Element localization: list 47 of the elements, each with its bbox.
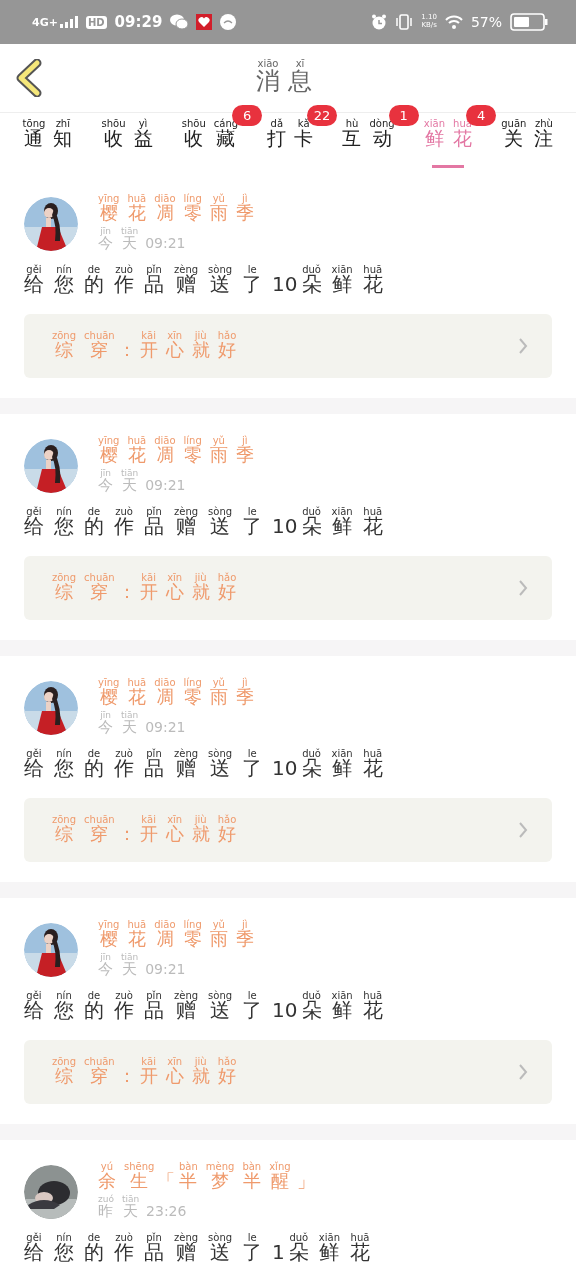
tab-indicator bbox=[431, 165, 464, 168]
signal-icon bbox=[59, 16, 78, 28]
work-title: 综 zōng 穿 chuān ： 开 kāi 心 xīn 就 jiù 好 hǎo bbox=[52, 572, 238, 604]
work-title: 综 zōng 穿 chuān ： 开 kāi 心 xīn 就 jiù 好 hǎo bbox=[52, 330, 238, 362]
timestamp: 今 jīn 天 tiān 09:21 bbox=[98, 227, 187, 253]
work-link[interactable]: 综 zōng 穿 chuān ： 开 kāi 心 xīn 就 jiù 好 hǎo bbox=[24, 1040, 552, 1104]
chevron-right-icon bbox=[518, 821, 528, 839]
sender-name[interactable]: 樱 yīng 花 huā 凋 diāo 零 líng 雨 yǔ 季 jì bbox=[98, 920, 262, 951]
work-link[interactable]: 综 zōng 穿 chuān ： 开 kāi 心 xīn 就 jiù 好 hǎo bbox=[24, 314, 552, 378]
network-type: 4G+ bbox=[32, 15, 58, 29]
work-title: 综 zōng 穿 chuān ： 开 kāi 心 xīn 就 jiù 好 hǎo bbox=[52, 1056, 238, 1088]
tab[interactable]: 通 tōng 知 zhī bbox=[22, 119, 73, 158]
timestamp: 今 jīn 天 tiān 09:21 bbox=[98, 469, 187, 495]
timestamp: 昨 zuó 天 tiān 23:26 bbox=[98, 1195, 188, 1221]
alarm-icon bbox=[371, 14, 388, 30]
work-link[interactable]: 综 zōng 穿 chuān ： 开 kāi 心 xīn 就 jiù 好 hǎo bbox=[24, 798, 552, 862]
message-text: 给 gěi 您 nín 的 de 作 zuò 品 pǐn 赠 zèng 送 sòng 了 le 10 朵 duǒ 鲜 xiān 花 huā bbox=[24, 749, 384, 782]
tab[interactable]: 收 shōu 益 yì bbox=[101, 119, 153, 158]
tab[interactable]: 关 guān 注 zhù bbox=[501, 119, 554, 158]
timestamp: 今 jīn 天 tiān 09:21 bbox=[98, 953, 187, 979]
message-text: 给 gěi 您 nín 的 de 作 zuò 品 pǐn 赠 zèng 送 sòng 了 le 10 朵 duǒ 鲜 xiān 花 huā bbox=[24, 265, 384, 298]
hd-badge: HD bbox=[85, 15, 107, 29]
chevron-right-icon bbox=[518, 579, 528, 597]
message-text: 给 gěi 您 nín 的 de 作 zuò 品 pǐn 赠 zèng 送 sòng 了 le 10 朵 duǒ 鲜 xiān 花 huā bbox=[24, 507, 384, 540]
tab[interactable]: 收 shōu 藏 cáng bbox=[181, 119, 239, 158]
sender-name[interactable]: 樱 yīng 花 huā 凋 diāo 零 líng 雨 yǔ 季 jì bbox=[98, 194, 262, 225]
vibrate-icon bbox=[395, 14, 414, 30]
chat-icon bbox=[170, 14, 189, 30]
sender-name[interactable]: 樱 yīng 花 huā 凋 diāo 零 líng 雨 yǔ 季 jì bbox=[98, 436, 262, 467]
message-text: 给 gěi 您 nín 的 de 作 zuò 品 pǐn 赠 zèng 送 sòng 了 le 10 朵 duǒ 鲜 xiān 花 huā bbox=[24, 991, 384, 1024]
battery-percent: 57% bbox=[470, 14, 502, 30]
message-text: 给 gěi 您 nín 的 de 作 zuò 品 pǐn 赠 zèng 送 sòng 了 le 1 朵 duǒ 鲜 xiān 花 huā bbox=[24, 1233, 371, 1266]
clock-time: 09:29 bbox=[114, 13, 163, 31]
chevron-right-icon bbox=[518, 337, 528, 355]
chevron-right-icon bbox=[518, 1063, 528, 1081]
sender-name[interactable]: 余 yú 生 shēng 「 半 bàn 梦 mèng 半 bàn 醒 xǐng 」 bbox=[98, 1162, 319, 1193]
work-title: 综 zōng 穿 chuān ： 开 kāi 心 xīn 就 jiù 好 hǎo bbox=[52, 814, 238, 846]
battery-icon bbox=[510, 13, 548, 31]
back-chevron-icon bbox=[16, 59, 42, 97]
heart-app-icon bbox=[196, 14, 213, 30]
back-button[interactable] bbox=[16, 58, 44, 98]
page-title: 消 xiāo 息 xī bbox=[256, 59, 313, 97]
work-link[interactable]: 综 zōng 穿 chuān ： 开 kāi 心 xīn 就 jiù 好 hǎo bbox=[24, 556, 552, 620]
app-circle-icon bbox=[220, 14, 237, 30]
sender-name[interactable]: 樱 yīng 花 huā 凋 diāo 零 líng 雨 yǔ 季 jì bbox=[98, 678, 262, 709]
timestamp: 今 jīn 天 tiān 09:21 bbox=[98, 711, 187, 737]
wifi-icon bbox=[444, 15, 463, 29]
